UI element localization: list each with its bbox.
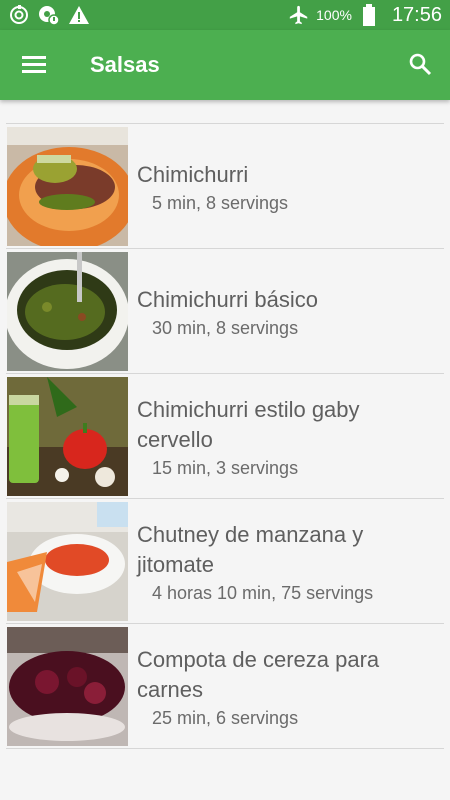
recipe-meta: 30 min, 8 servings [152,317,299,338]
recipe-title: Chimichurri estilo gaby cervello [137,396,360,452]
recipe-thumbnail [7,502,128,621]
recipe-meta: 25 min, 6 servings [152,707,299,728]
page-title: Salsas [90,52,160,77]
recipe-text: Chimichurri 5 min, 8 servings [137,124,440,249]
recipe-meta: 5 min, 8 servings [152,192,289,213]
recipe-text: Chimichurri básico 30 min, 8 servings [137,249,440,374]
recipe-list: Chimichurri 5 min, 8 servings Chimichurr… [6,123,444,749]
warning-icon [68,4,90,26]
recipe-text: Chutney de manzana y jitomate 4 horas 10… [137,499,440,624]
battery-icon [358,4,380,26]
hamburger-menu-icon [21,54,47,79]
recipe-item[interactable]: Chimichurri estilo gaby cervello 15 min,… [6,374,444,499]
recipe-title: Chimichurri básico [137,286,318,312]
recipe-item[interactable]: Chimichurri básico 30 min, 8 servings [6,249,444,374]
recipe-text: Compota de cereza para carnes 25 min, 6 … [137,624,440,749]
recipe-thumbnail [7,127,128,246]
recipe-text: Chimichurri estilo gaby cervello 15 min,… [137,374,440,499]
recipe-thumbnail [7,627,128,746]
airplane-mode-icon [288,4,310,26]
recipe-thumbnail [7,252,128,371]
recipe-title: Compota de cereza para carnes [137,646,380,702]
recipe-item[interactable]: Chimichurri 5 min, 8 servings [6,124,444,249]
recipe-item[interactable]: Chutney de manzana y jitomate 4 horas 10… [6,499,444,624]
recipe-meta: 4 horas 10 min, 75 servings [152,582,374,603]
search-button[interactable] [400,46,440,86]
recipe-meta: 15 min, 3 servings [152,457,299,478]
search-icon [408,52,432,81]
recipe-thumbnail [7,377,128,496]
recipe-title: Chimichurri [137,161,249,187]
app-notification-icon [38,4,60,26]
menu-button[interactable] [14,46,54,86]
status-left-icons [8,4,90,26]
sync-icon [8,4,30,26]
status-right: 100% 17:56 [288,0,442,30]
status-bar: 100% 17:56 [0,0,450,30]
app-bar: Salsas [0,30,450,100]
battery-percentage: 100% [316,7,352,23]
status-time: 17:56 [391,3,442,26]
recipe-title: Chutney de manzana y jitomate [137,521,364,577]
recipe-item[interactable]: Compota de cereza para carnes 25 min, 6 … [6,624,444,749]
